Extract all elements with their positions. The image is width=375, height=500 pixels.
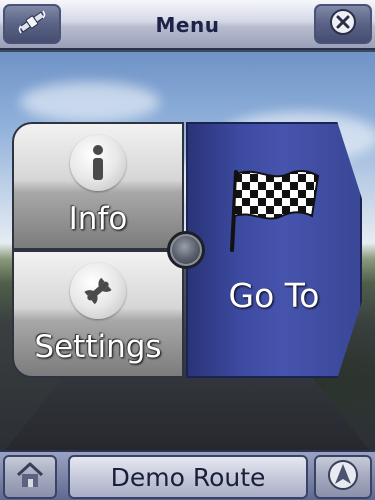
- info-icon: [70, 135, 126, 191]
- home-button[interactable]: [3, 455, 57, 499]
- main-menu: Info Settings Go To: [12, 122, 362, 378]
- page-title: Menu: [155, 13, 220, 37]
- satellite-icon: [15, 7, 49, 41]
- close-icon: [328, 7, 358, 41]
- checkered-flag-icon: [226, 166, 322, 256]
- header-bar: Menu: [0, 0, 375, 50]
- settings-button[interactable]: Settings: [12, 250, 184, 378]
- center-knob: [167, 231, 205, 269]
- info-label: Info: [68, 201, 128, 237]
- route-label: Demo Route: [110, 462, 266, 492]
- navigation-button[interactable]: [314, 455, 372, 499]
- gps-status-button[interactable]: [3, 4, 61, 44]
- wrench-icon: [70, 263, 126, 319]
- goto-label: Go To: [228, 275, 320, 315]
- goto-button[interactable]: Go To: [186, 122, 362, 378]
- footer-bar: Demo Route: [0, 450, 375, 500]
- route-button[interactable]: Demo Route: [68, 455, 308, 499]
- info-button[interactable]: Info: [12, 122, 184, 250]
- home-icon: [15, 461, 45, 493]
- compass-arrow-icon: [326, 458, 360, 496]
- close-button[interactable]: [314, 4, 372, 44]
- settings-label: Settings: [34, 329, 162, 365]
